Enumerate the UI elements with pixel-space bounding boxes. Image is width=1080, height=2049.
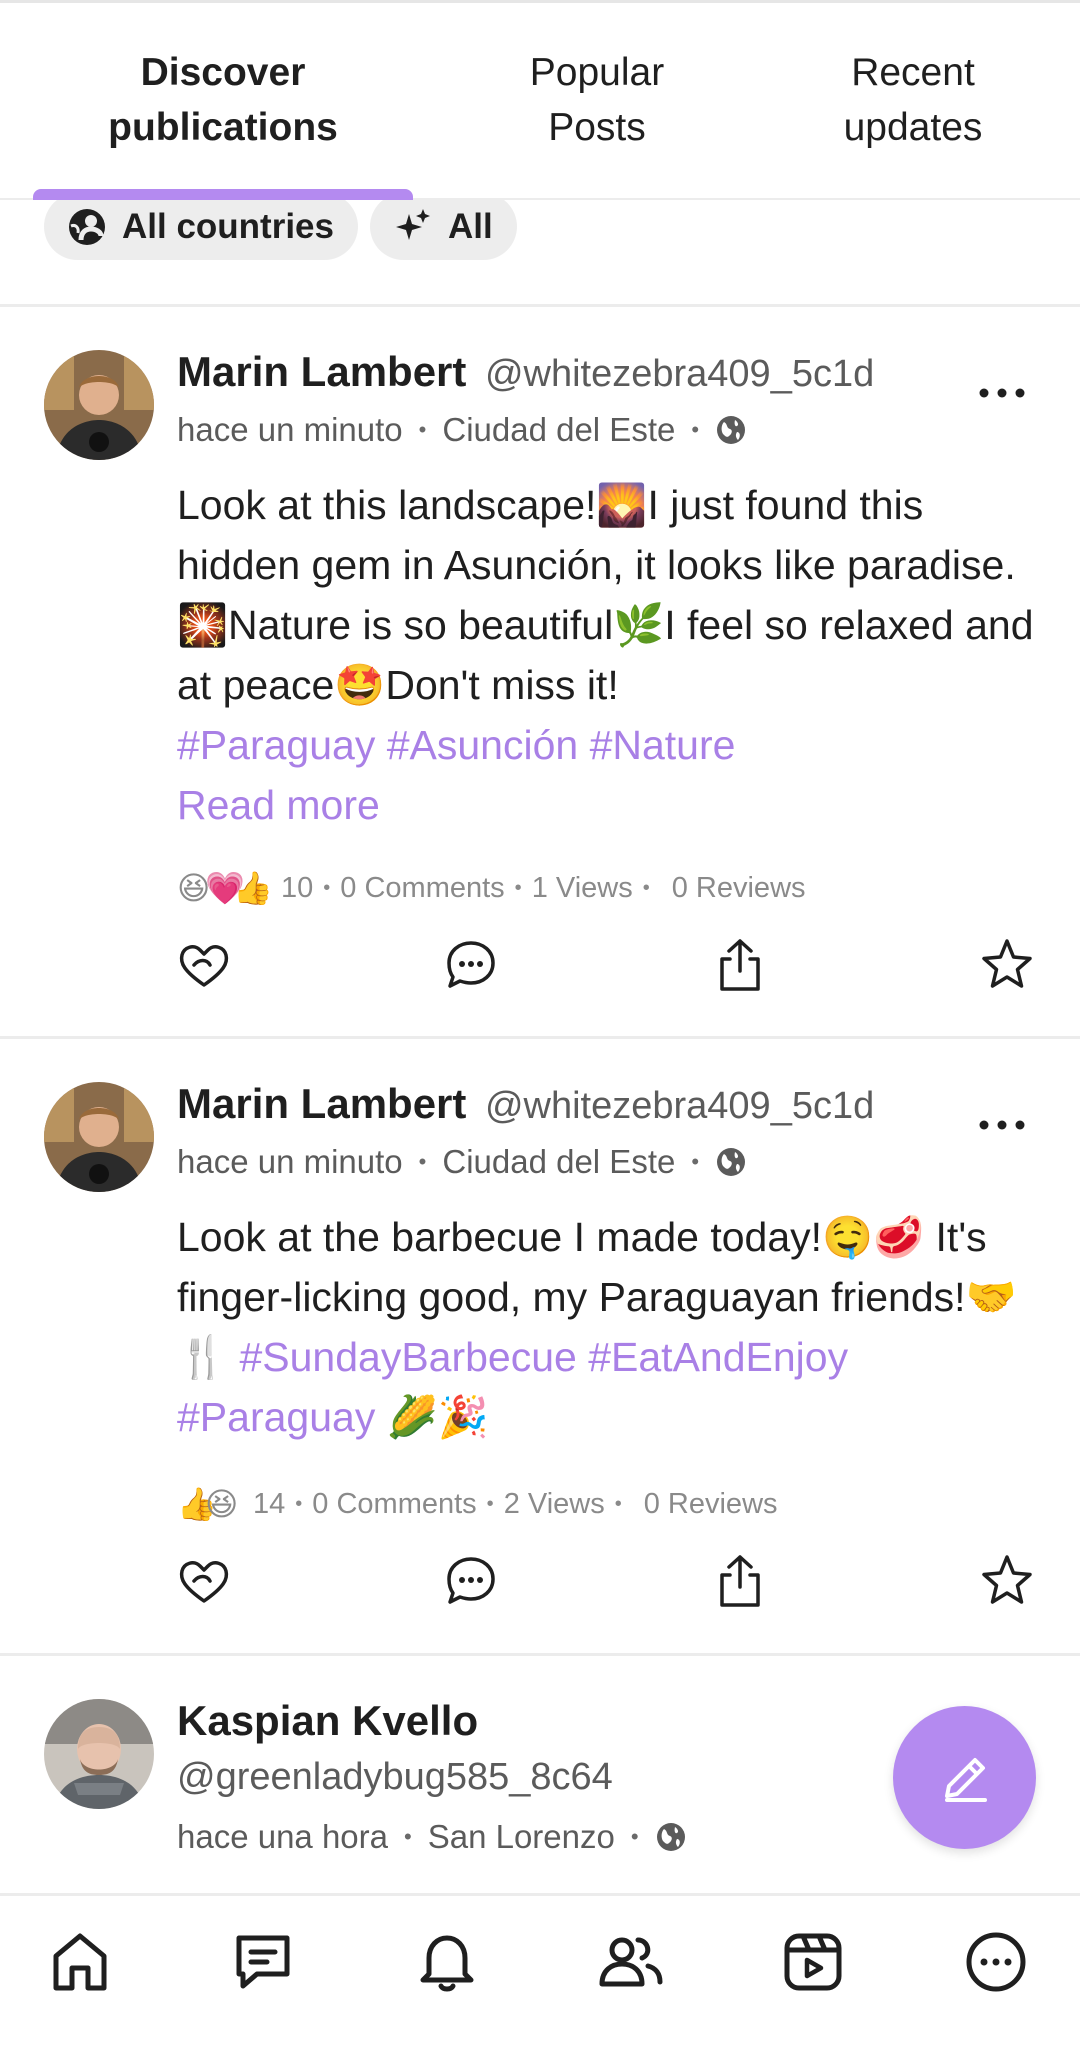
reaction-emojis[interactable]: 👍 😆 [177, 1485, 238, 1523]
post-location: San Lorenzo [427, 1818, 615, 1855]
tab-discover-publications[interactable]: Discover publications [53, 45, 393, 155]
views-count: 2 Views [503, 1487, 605, 1520]
filter-chip-label: All countries [122, 206, 334, 246]
like-heart-icon[interactable] [174, 935, 234, 995]
post-time: hace un minuto [177, 411, 403, 448]
globe-icon [717, 416, 746, 444]
star-icon[interactable] [977, 935, 1037, 995]
post-body[interactable]: Look at this landscape!🌄I just found thi… [177, 475, 1037, 835]
post-meta: hace un minuto • Ciudad del Este • [177, 1143, 747, 1181]
post-trailing-emojis: 🌽🎉 [386, 1394, 489, 1440]
post-stats: 👍 😆 14 • 0 Comments • 2 Views • 0 Review… [177, 1485, 778, 1523]
reaction-emoji: 😆 [205, 1486, 239, 1522]
bell-icon[interactable] [411, 1926, 483, 1998]
author-handle[interactable]: @whitezebra409_5c1d [485, 1085, 874, 1127]
pencil-icon [944, 1757, 987, 1802]
compose-post-button[interactable] [893, 1706, 1036, 1849]
avatar[interactable] [44, 350, 154, 460]
tab-popular-posts[interactable]: Popular Posts [427, 45, 767, 155]
reaction-emoji: 👍 [233, 870, 273, 906]
post-header-handle: @greenladybug585_8c64 [177, 1752, 613, 1802]
tab-label-line2: publications [108, 106, 338, 149]
tab-label-line2: Posts [548, 106, 646, 149]
globe-icon [717, 1148, 746, 1176]
author-name[interactable]: Marin Lambert [177, 348, 466, 395]
sparkles-icon [396, 208, 430, 240]
post-stats: 😆 💗 👍 10 • 0 Comments • 1 Views • 0 Revi… [177, 869, 806, 907]
author-handle[interactable]: @whitezebra409_5c1d [485, 353, 874, 395]
separator-dot: • [418, 417, 427, 442]
separator-dot: • [691, 1149, 700, 1174]
comment-icon[interactable] [441, 935, 501, 995]
tab-label-line1: Discover [140, 51, 306, 94]
globe-icon [656, 1823, 685, 1851]
filter-chip-label: All [448, 206, 493, 246]
post-actions [0, 935, 1080, 995]
reels-icon[interactable] [777, 1926, 849, 1998]
post-header: Marin Lambert @whitezebra409_5c1d [177, 1079, 874, 1131]
reviews-count[interactable]: 0 Reviews [644, 1488, 778, 1521]
chat-icon[interactable] [227, 1926, 299, 1998]
share-icon[interactable] [710, 935, 770, 995]
read-more-link[interactable]: Read more [177, 775, 380, 835]
avatar[interactable] [44, 1082, 154, 1192]
avatar[interactable] [44, 1699, 154, 1809]
filter-chip-all-countries[interactable]: All countries [44, 200, 358, 260]
views-count: 1 Views [531, 871, 633, 904]
bottom-navigation [0, 1893, 1080, 2049]
post-time: hace una hora [177, 1818, 389, 1855]
author-name[interactable]: Kaspian Kvello [177, 1697, 478, 1744]
post-time: hace un minuto [177, 1143, 403, 1180]
star-icon[interactable] [977, 1551, 1037, 1611]
separator-dot: • [418, 1149, 427, 1174]
tab-label-line1: Recent [851, 51, 975, 94]
tab-recent-updates[interactable]: Recent updates [743, 45, 1080, 155]
post-header: Kaspian Kvello [177, 1696, 478, 1748]
post-hashtags[interactable]: #Paraguay #Asunción #Nature [177, 722, 735, 768]
more-options-icon[interactable] [976, 1115, 1028, 1135]
author-name[interactable]: Marin Lambert [177, 1080, 466, 1127]
more-circle-icon[interactable] [960, 1926, 1032, 1998]
like-heart-icon[interactable] [174, 1551, 234, 1611]
home-icon[interactable] [44, 1926, 116, 1998]
comments-count[interactable]: 0 Comments [312, 1488, 476, 1521]
globe-people-icon [69, 208, 105, 245]
author-handle[interactable]: @greenladybug585_8c64 [177, 1756, 613, 1798]
post-hashtags[interactable]: #SundayBarbecue #EatAndEnjoy #Paraguay [177, 1334, 848, 1440]
separator-dot: • [630, 1824, 639, 1849]
reaction-count: 10 [281, 871, 314, 904]
share-icon[interactable] [710, 1551, 770, 1611]
post-body[interactable]: Look at the barbecue I made today!🤤🥩 It'… [177, 1207, 1037, 1447]
reaction-emojis[interactable]: 😆 💗 👍 [177, 869, 273, 907]
tab-label-line2: updates [843, 106, 983, 149]
reaction-count: 14 [253, 1487, 286, 1520]
post-actions [0, 1551, 1080, 1611]
comment-icon[interactable] [441, 1551, 501, 1611]
post-card: Marin Lambert @whitezebra409_5c1d hace u… [0, 1039, 1080, 1656]
active-tab-indicator [33, 189, 413, 200]
filter-bar: All countries All [0, 200, 1080, 307]
post-meta: hace un minuto • Ciudad del Este • [177, 411, 747, 449]
post-meta: hace una hora • San Lorenzo • [177, 1818, 687, 1856]
separator-dot: • [404, 1824, 412, 1849]
reviews-count[interactable]: 0 Reviews [672, 872, 806, 905]
post-header: Marin Lambert @whitezebra409_5c1d [177, 347, 874, 399]
post-location: Ciudad del Este [442, 1143, 676, 1180]
separator-dot: • [691, 417, 700, 442]
comments-count[interactable]: 0 Comments [340, 872, 504, 905]
tab-label-line1: Popular [529, 51, 665, 94]
post-card: Marin Lambert @whitezebra409_5c1d hace u… [0, 307, 1080, 1039]
post-text: Look at this landscape!🌄I just found thi… [177, 482, 1034, 708]
filter-chip-all[interactable]: All [370, 200, 517, 260]
friends-icon[interactable] [594, 1926, 666, 1998]
post-location: Ciudad del Este [442, 411, 676, 448]
more-options-icon[interactable] [976, 383, 1028, 403]
top-tabs: Discover publications Popular Posts Rece… [0, 0, 1080, 200]
